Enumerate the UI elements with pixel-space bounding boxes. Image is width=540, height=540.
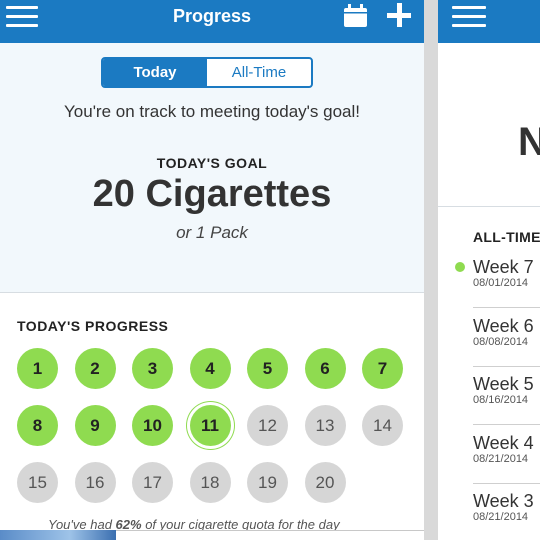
week-list-item[interactable]: Week 3 08/21/2014 xyxy=(473,491,540,523)
week-list-item[interactable]: Week 5 08/16/2014 xyxy=(473,374,540,406)
week-name: Week 3 xyxy=(473,491,534,511)
progress-circle[interactable]: 7 xyxy=(362,348,403,389)
progress-circle[interactable]: 15 xyxy=(17,462,58,503)
progress-circle[interactable]: 5 xyxy=(247,348,288,389)
week-list-item[interactable]: Week 4 08/21/2014 xyxy=(473,433,540,465)
progress-circle[interactable]: 10 xyxy=(132,405,173,446)
progress-circle[interactable]: 19 xyxy=(247,462,288,503)
progress-circle[interactable]: 13 xyxy=(304,405,346,446)
screen-divider xyxy=(424,0,438,540)
progress-circle[interactable]: 12 xyxy=(247,405,288,446)
progress-grid: 1 2 3 4 5 6 7 8 9 10 11 12 13 14 15 16 17 18 19 20 xyxy=(0,0,424,540)
ad-image[interactable] xyxy=(0,530,116,540)
progress-circle[interactable]: 11 xyxy=(189,405,231,446)
top-bar-right xyxy=(438,0,540,43)
week-date: 08/21/2014 xyxy=(473,452,529,465)
progress-circle[interactable]: 17 xyxy=(132,462,173,503)
progress-circle[interactable]: 18 xyxy=(189,462,231,503)
all-time-section-title: ALL-TIME xyxy=(473,229,540,245)
week-divider xyxy=(473,424,540,425)
progress-circle[interactable]: 2 xyxy=(74,348,116,389)
all-time-big-text: N xyxy=(518,120,540,164)
week-name: Week 6 xyxy=(473,315,534,336)
week-divider xyxy=(473,482,540,484)
all-time-screen: N ALL-TIME Week 7 08/01/2014 Week 6 08/08/2… xyxy=(438,0,540,540)
progress-circle[interactable]: 6 xyxy=(304,348,346,389)
week-name: Week 4 xyxy=(473,432,534,453)
progress-circle[interactable]: 4 xyxy=(189,348,231,389)
progress-circle[interactable]: 9 xyxy=(74,405,116,446)
week-date: 08/01/2014 xyxy=(473,277,529,289)
progress-circle[interactable]: 8 xyxy=(17,405,58,446)
week-date: 08/21/2014 xyxy=(473,511,529,523)
progress-circle[interactable]: 3 xyxy=(132,348,173,389)
progress-circle[interactable]: 14 xyxy=(362,405,403,446)
week-date: 08/16/2014 xyxy=(473,394,529,406)
current-week-dot-icon xyxy=(455,262,465,272)
week-date: 08/08/2014 xyxy=(473,335,529,348)
progress-circle[interactable]: 1 xyxy=(17,348,58,389)
week-name: Week 7 xyxy=(473,257,534,277)
week-name: Week 5 xyxy=(473,374,534,394)
week-divider xyxy=(473,307,540,308)
week-list-item[interactable]: Week 7 08/01/2014 xyxy=(473,257,540,289)
app-stage: Progress Today All-Time You're on track … xyxy=(0,0,540,540)
progress-circle[interactable]: 20 xyxy=(304,462,346,503)
week-divider xyxy=(473,365,540,367)
progress-circle[interactable]: 16 xyxy=(74,462,116,503)
week-list-item[interactable]: Week 6 08/08/2014 xyxy=(473,316,540,348)
menu-icon[interactable] xyxy=(452,6,486,28)
progress-screen: Progress Today All-Time You're on track … xyxy=(0,0,424,540)
